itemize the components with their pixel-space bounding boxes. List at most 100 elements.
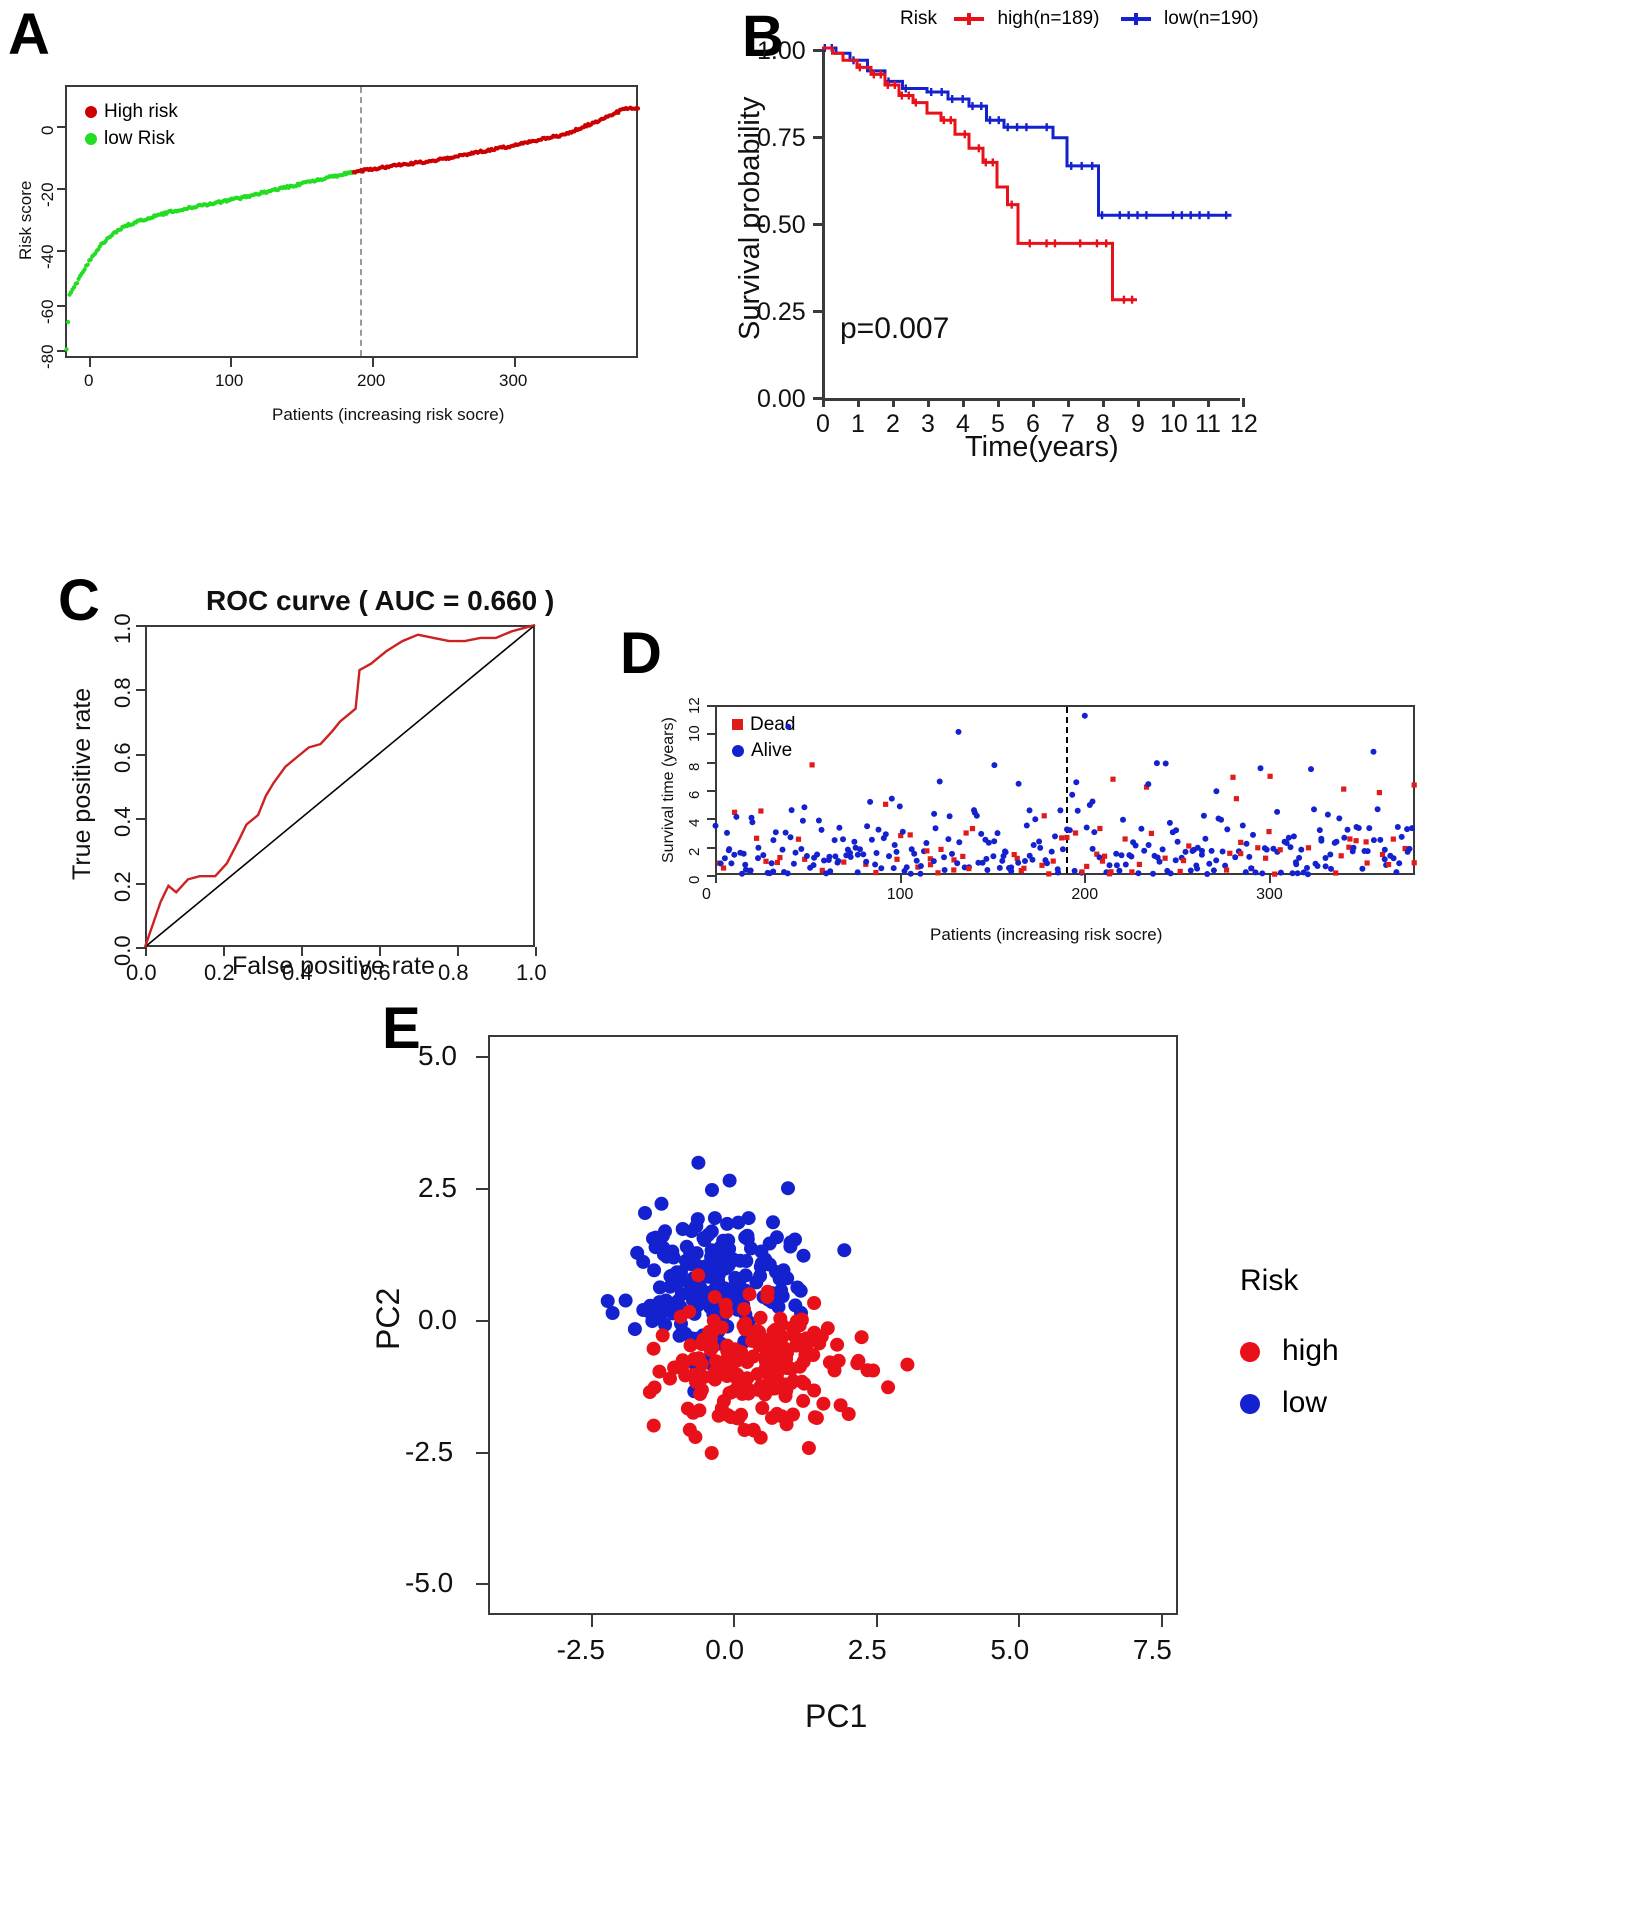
panel-d-xtick-label-0: 0 — [702, 886, 711, 903]
panel-d-xtick — [1269, 875, 1272, 883]
panel-b-xtick-label-2: 2 — [886, 410, 900, 438]
panel-b-ytick — [813, 49, 822, 52]
panel-d-ytick — [707, 818, 715, 821]
panel-b-y-axis-title: Survival probability — [734, 96, 766, 340]
panel-d-ytick-label-3: 6 — [686, 790, 703, 799]
panel-e-ytick-label-2: 0.0 — [418, 1303, 457, 1335]
panel-a-label: A — [8, 2, 50, 67]
panel-a-ytick-label-0: 0 — [38, 125, 57, 135]
panel-e-ytick — [476, 1187, 488, 1190]
panel-e-ytick — [476, 1319, 488, 1322]
panel-b-x-axis-title: Time(years) — [965, 431, 1119, 463]
panel-d-xtick — [715, 875, 717, 883]
panel-d-ytick — [707, 875, 715, 877]
panel-a-ytick — [57, 126, 65, 128]
panel-a-ytick-label-3: -60 — [38, 299, 57, 324]
panel-a-y-axis-title: Risk score — [16, 180, 35, 260]
panel-b-xtick-label-9: 9 — [1131, 410, 1145, 438]
panel-d-ytick-label-0: 0 — [686, 875, 703, 884]
panel-d-ytick-label-2: 4 — [686, 818, 703, 828]
panel-e-y-axis-title: PC2 — [370, 1287, 406, 1350]
panel-a-ytick — [57, 305, 65, 307]
panel-b-ytick — [813, 310, 822, 313]
panel-e-legend-item-high: high — [1240, 1325, 1339, 1377]
panel-c-ytick-label-1: 0.2 — [110, 871, 135, 902]
panel-b-xtick-label-0: 0 — [816, 410, 830, 438]
panel-e-ytick — [476, 1056, 488, 1059]
panel-b-xtick-label-10: 10 — [1160, 410, 1188, 438]
panel-e-x-axis-title: PC1 — [805, 1698, 868, 1734]
panel-b-ytick — [813, 223, 822, 226]
panel-d-ytick-label-5: 10 — [686, 725, 703, 743]
panel-b-ytick — [813, 136, 822, 139]
panel-a-ytick-label-2: -40 — [38, 244, 57, 269]
panel-c-xtick-label-5: 1.0 — [516, 960, 547, 985]
panel-e-legend-label-high: high — [1282, 1334, 1339, 1367]
panel-c-ytick-label-5: 1.0 — [110, 613, 135, 644]
panel-a-xtick — [230, 358, 232, 367]
blue-plus-marker-icon — [1120, 12, 1151, 25]
panel-b-ytick-label-0: 0.00 — [757, 385, 806, 413]
panel-a-ytick-label-1: -20 — [38, 182, 57, 207]
panel-b-xtick-label-3: 3 — [921, 410, 935, 438]
panel-e-xtick-label-0: -2.5 — [556, 1634, 605, 1665]
panel-e-xtick — [875, 1615, 878, 1627]
panel-e-ytick-label-0: -5.0 — [405, 1567, 454, 1599]
red-dot-icon — [1240, 1342, 1260, 1363]
panel-d-ytick — [707, 846, 715, 849]
panel-c-xtick — [145, 947, 147, 956]
panel-c-roc-curve — [143, 623, 536, 948]
panel-a-xtick — [372, 358, 374, 367]
panel-e-ytick-label-4: 5.0 — [418, 1040, 457, 1072]
panel-c: ROC curve ( AUC = 0.660 ) 0.0 0.2 0.4 0.6 0.… — [0, 560, 640, 990]
panel-c-title: ROC curve ( AUC = 0.660 ) — [206, 585, 555, 616]
panel-b-legend-label-low: low(n=190) — [1164, 8, 1259, 29]
panel-d-ytick — [707, 761, 715, 764]
panel-d-xtick-label-1: 100 — [886, 886, 914, 903]
panel-c-xtick — [535, 947, 537, 956]
panel-d-xtick-label-3: 300 — [1256, 886, 1283, 903]
panel-e-xtick-label-2: 2.5 — [847, 1634, 887, 1665]
panel-d-ytick — [707, 705, 715, 707]
panel-c-ytick — [136, 882, 145, 885]
panel-a-ytick-label-4: -80 — [38, 344, 57, 369]
panel-a-x-axis-title: Patients (increasing risk socre) — [272, 405, 505, 424]
panel-c-y-axis-title: True positive rate — [68, 687, 96, 880]
panel-a-xtick-label-3: 300 — [499, 371, 528, 390]
panel-e-xtick — [1018, 1615, 1021, 1627]
panel-c-ytick — [136, 689, 145, 692]
panel-b-ytick — [813, 397, 822, 400]
panel-d-ytick — [707, 733, 715, 736]
blue-dot-icon — [1240, 1394, 1260, 1415]
panel-a-risk-curve — [64, 105, 641, 352]
panel-e-xtick-label-1: 0.0 — [705, 1634, 745, 1665]
panel-e-ytick-label-3: 2.5 — [418, 1171, 457, 1203]
panel-d-ytick-label-6: 12 — [686, 697, 703, 714]
panel-c-x-axis-title: False positive rate — [232, 952, 435, 980]
panel-c-ytick — [136, 818, 145, 821]
panel-d: 0 2 4 6 8 10 12 Survival time (years) 0 100 200 3… — [640, 580, 1643, 1000]
panel-a-ytick — [57, 350, 65, 352]
panel-e-ytick — [476, 1583, 488, 1586]
panel-c-xtick — [457, 947, 459, 956]
panel-e-ytick — [476, 1451, 488, 1454]
panel-d-ytick — [707, 790, 715, 792]
panel-b-xtick-label-12: 12 — [1230, 410, 1258, 438]
panel-c-ytick — [136, 625, 145, 627]
panel-b-legend-label-high: high(n=189) — [997, 8, 1100, 29]
panel-e-xtick — [1160, 1615, 1163, 1627]
panel-a-xtick-label-2: 200 — [357, 371, 386, 390]
panel-e-legend-title: Risk — [1240, 1264, 1299, 1297]
panel-b: Risk high(n=189) low(n=190) 0.00 0.25 0.… — [700, 0, 1643, 463]
panel-c-ytick-label-4: 0.8 — [110, 677, 135, 709]
panel-b-xtick-label-1: 1 — [851, 410, 865, 438]
panel-c-ytick — [136, 753, 145, 756]
panel-e: -5.0 -2.5 0.0 2.5 5.0 PC2 -2.5 0.0 2.5 5.0 7.5 P… — [0, 1010, 1643, 1910]
panel-b-legend: Risk high(n=189) low(n=190) — [900, 8, 1259, 30]
panel-c-xtick-label-4: 0.8 — [438, 960, 469, 985]
panel-b-ytick-label-4: 1.00 — [757, 37, 806, 65]
panel-a-ytick — [57, 188, 65, 190]
panel-e-legend-item-low: low — [1240, 1377, 1339, 1429]
panel-c-xtick-label-0: 0.0 — [126, 960, 157, 985]
panel-c-ytick — [136, 947, 145, 949]
